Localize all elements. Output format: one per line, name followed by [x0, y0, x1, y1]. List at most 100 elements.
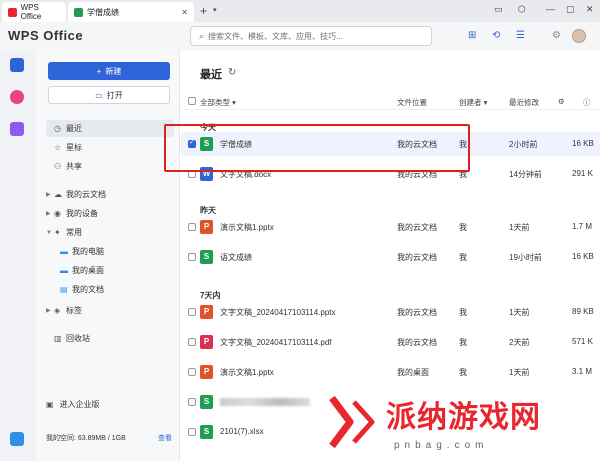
row-checkbox[interactable]	[188, 398, 196, 406]
nav-label: 我的文档	[72, 285, 104, 294]
menu-icon[interactable]: ☰	[516, 30, 525, 41]
row-checkbox[interactable]	[188, 223, 196, 231]
tab-label: 学僧成绩	[87, 7, 119, 17]
open-label: 打开	[106, 90, 123, 100]
desktop-icon: ▬	[60, 266, 68, 275]
window-layout-icon[interactable]: ▭	[494, 4, 503, 15]
file-size: 571 K	[572, 337, 593, 346]
file-name[interactable]: 文字文稿_20240417103114.pptx	[220, 307, 336, 318]
new-button[interactable]: + 新建	[48, 62, 170, 80]
search-icon: ⌕	[199, 30, 205, 41]
tab-document[interactable]: 学僧成绩 ✕	[68, 2, 194, 22]
file-row[interactable]: P 演示文稿1.pptx 我的云文档 我 1天前 1.7 M	[181, 215, 600, 239]
sidebar-item-trash[interactable]: ▥ 回收站	[46, 330, 174, 347]
row-checkbox[interactable]	[188, 308, 196, 316]
file-name[interactable]: 演示文稿1.pptx	[220, 222, 274, 233]
sidebar-item-frequent[interactable]: ▼ ✦ 常用	[46, 224, 174, 241]
enterprise-label: 进入企业版	[59, 399, 100, 409]
refresh-icon[interactable]: ↻	[228, 67, 236, 78]
file-modified: 1天前	[509, 308, 530, 317]
file-type-icon: P	[200, 335, 213, 349]
pdf-tools-icon[interactable]	[10, 90, 24, 104]
search-input[interactable]	[208, 31, 409, 41]
row-checkbox[interactable]	[188, 253, 196, 261]
watermark-text: 派纳游戏网	[386, 400, 541, 435]
minimize-icon[interactable]: —	[546, 4, 555, 14]
sidebar-item-starred[interactable]: ☆ 星标	[46, 139, 174, 156]
file-location[interactable]: 我的云文档	[397, 252, 437, 263]
nav-label: 我的桌面	[72, 266, 104, 275]
file-location[interactable]: 我的桌面	[397, 367, 429, 378]
file-name[interactable]: 语文成绩	[220, 252, 252, 263]
select-all-checkbox[interactable]	[188, 97, 196, 105]
type-filter-dropdown[interactable]: 全部类型 ▾	[200, 97, 236, 108]
spreadsheet-icon	[74, 7, 83, 17]
tab-wps-office[interactable]: WPS Office	[2, 2, 66, 22]
file-size: 16 KB	[572, 252, 594, 261]
sidebar-item-my-documents[interactable]: ▤ 我的文档	[46, 281, 174, 298]
row-checkbox[interactable]	[188, 368, 196, 376]
file-size: 1.7 M	[572, 222, 593, 231]
search-box[interactable]: ⌕	[190, 26, 432, 46]
settings-icon[interactable]: ⚙	[552, 30, 561, 41]
sidebar-item-tags[interactable]: ▶ ◈ 标签	[46, 302, 174, 319]
expand-arrow-icon[interactable]: ▶	[46, 210, 54, 217]
file-location[interactable]: 我的云文档	[397, 222, 437, 233]
close-tab-icon[interactable]: ✕	[181, 8, 188, 17]
cube-icon[interactable]: ⬡	[518, 4, 526, 15]
file-size: 291 K	[572, 169, 593, 178]
sidebar-item-my-desktop[interactable]: ▬ 我的桌面	[46, 262, 174, 279]
cloud-app-icon[interactable]	[10, 432, 24, 446]
file-size: 3.1 M	[572, 367, 593, 376]
enterprise-button[interactable]: ▣ 进入企业版	[46, 395, 170, 413]
file-modified: 19小时前	[509, 253, 542, 262]
info-icon[interactable]: ⓘ	[583, 97, 591, 108]
column-creator-dropdown[interactable]: 创建者 ▾	[459, 97, 487, 108]
file-creator: 我	[459, 223, 467, 232]
file-row[interactable]: P 演示文稿1.pptx 我的桌面 我 1天前 3.1 M	[181, 360, 600, 384]
avatar[interactable]	[572, 29, 586, 43]
sidebar-item-recent[interactable]: ◷ 最近	[46, 120, 174, 137]
add-tab-button[interactable]: +	[200, 4, 207, 18]
storage-info: 我的空间: 63.89MB / 1GB 查看	[46, 433, 172, 443]
storage-view-link[interactable]: 查看	[158, 433, 172, 443]
file-name[interactable]: 2101(7).xlsx	[220, 427, 264, 436]
column-settings-icon[interactable]: ⚙	[558, 97, 565, 106]
file-modified: 2天前	[509, 338, 530, 347]
left-rail	[0, 50, 36, 461]
expand-arrow-icon[interactable]: ▶	[46, 191, 54, 198]
file-row[interactable]: S 语文成绩 我的云文档 我 19小时前 16 KB	[181, 245, 600, 269]
expand-arrow-icon[interactable]: ▶	[46, 307, 54, 314]
file-location[interactable]: 我的云文档	[397, 337, 437, 348]
sidebar-item-my-devices[interactable]: ▶ ◉ 我的设备	[46, 205, 174, 222]
close-window-icon[interactable]: ✕	[586, 4, 594, 15]
tab-label: WPS Office	[20, 3, 42, 21]
file-size: 16 KB	[572, 139, 594, 148]
file-modified: 1天前	[509, 368, 530, 377]
computer-icon: ▬	[60, 247, 68, 256]
column-modified[interactable]: 最近修改	[509, 97, 539, 108]
sidebar-item-shared[interactable]: ⚇ 共享	[46, 158, 174, 175]
file-name[interactable]: 演示文稿1.pptx	[220, 367, 274, 378]
tab-list-dropdown-icon[interactable]: ▾	[213, 6, 217, 14]
file-row[interactable]: P 文字文稿_20240417103114.pdf 我的云文档 我 2天前 571 K	[181, 330, 600, 354]
documents-icon[interactable]	[10, 58, 24, 72]
sidebar-item-cloud-docs[interactable]: ▶ ☁ 我的云文档	[46, 186, 174, 203]
device-icon: ◉	[54, 209, 61, 218]
collapse-arrow-icon[interactable]: ▼	[46, 230, 54, 236]
file-row[interactable]: P 文字文稿_20240417103114.pptx 我的云文档 我 1天前 89 KB	[181, 300, 600, 324]
file-location[interactable]: 我的云文档	[397, 307, 437, 318]
row-checkbox[interactable]	[188, 428, 196, 436]
row-checkbox[interactable]	[188, 338, 196, 346]
maximize-icon[interactable]: ▢	[566, 4, 575, 15]
sync-icon[interactable]: ⟲	[492, 30, 500, 41]
nav-label: 我的云文档	[66, 190, 106, 199]
highlight-annotation-box	[164, 124, 470, 172]
apps-grid-icon[interactable]: ⊞	[468, 30, 476, 41]
file-type-icon: P	[200, 305, 213, 319]
apps-icon[interactable]	[10, 122, 24, 136]
file-name[interactable]: 文字文稿_20240417103114.pdf	[220, 337, 332, 348]
open-button[interactable]: ▭ 打开	[48, 86, 170, 104]
sidebar: + 新建 ▭ 打开 ◷ 最近 ☆ 星标 ⚇ 共享 ▶ ☁ 我的云文档 ▶ ◉ 我的设…	[36, 50, 180, 461]
sidebar-item-my-computer[interactable]: ▬ 我的电脑	[46, 243, 174, 260]
